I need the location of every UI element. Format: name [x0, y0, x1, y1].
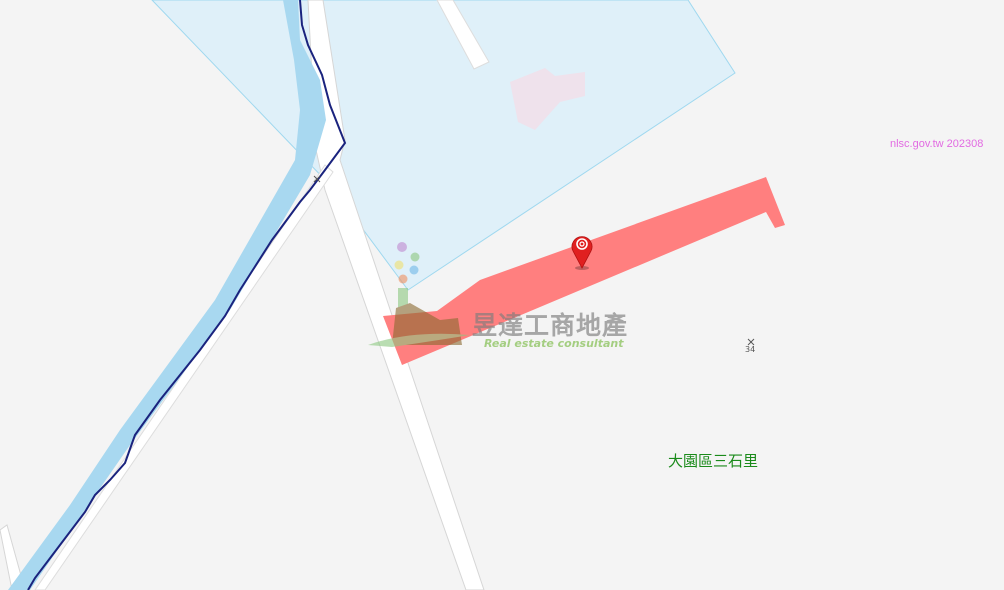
road-river-side — [34, 164, 334, 590]
area-label: 大園區三石里 — [668, 452, 759, 470]
map-canvas — [0, 0, 785, 590]
survey-point-number: 34 — [745, 345, 756, 354]
map-attribution: nlsc.gov.tw 202308 — [890, 138, 984, 150]
map-view[interactable]: nlsc.gov.tw 202308 昱達工商地產 Real estate co… — [0, 0, 1004, 590]
watermark-slogan: Real estate consultant — [484, 337, 624, 350]
